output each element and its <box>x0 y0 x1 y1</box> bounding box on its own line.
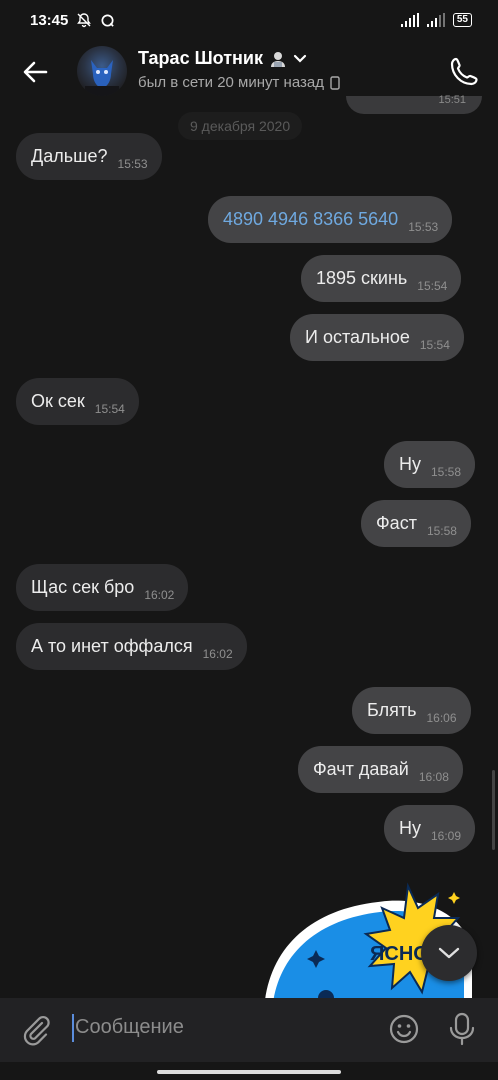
phone-call-icon[interactable] <box>449 55 481 87</box>
system-navigation-bar <box>0 1062 498 1080</box>
scrollbar[interactable] <box>492 770 495 850</box>
mobile-device-icon <box>330 75 340 90</box>
battery-icon: 55 <box>452 13 472 27</box>
message-text: 1895 скинь <box>316 268 408 288</box>
message-time: 15:54 <box>94 401 125 416</box>
signal-icon <box>426 13 445 27</box>
message-text: И остальное <box>305 327 410 347</box>
chevron-down-icon <box>438 947 460 959</box>
message-bubble-outgoing[interactable]: И остальное 15:54 <box>290 314 464 361</box>
presence-text: был в сети 20 минут назад <box>138 74 324 91</box>
text-cursor <box>72 1014 74 1042</box>
message-time: 15:58 <box>431 464 462 479</box>
message-text: Щас сек бро <box>31 577 135 597</box>
mute-icon <box>77 13 92 28</box>
message-bubble-outgoing[interactable]: Блять 16:06 <box>352 687 471 734</box>
message-time: 15:53 <box>117 156 148 171</box>
scroll-down-button[interactable] <box>421 925 477 981</box>
sync-icon <box>101 14 115 27</box>
message-text: Дальше? <box>31 146 108 166</box>
message-text: А то инет оффался <box>31 636 193 656</box>
previous-message-bubble: 15:51 <box>346 94 482 114</box>
message-time: 16:08 <box>418 769 449 784</box>
signal-icon <box>400 13 419 27</box>
message-composer: Сообщение <box>0 998 498 1062</box>
message-bubble-outgoing[interactable]: Ну 15:58 <box>384 441 476 488</box>
chevron-down-icon[interactable] <box>293 54 307 64</box>
message-time: 16:02 <box>144 587 175 602</box>
message-time: 15:58 <box>426 523 457 538</box>
paperclip-icon[interactable] <box>20 1014 52 1046</box>
back-arrow-icon[interactable] <box>20 57 50 87</box>
message-time: 15:54 <box>419 337 450 352</box>
contact-name: Тарас Шотник <box>138 48 263 68</box>
message-time: 15:51 <box>438 94 466 106</box>
presence-status: был в сети 20 минут назад <box>138 74 340 91</box>
message-input[interactable]: Сообщение <box>75 1016 184 1039</box>
message-time: 16:09 <box>431 828 462 843</box>
message-bubble-outgoing[interactable]: 4890 4946 8366 5640 15:53 <box>208 196 453 243</box>
message-text: Фаст <box>376 513 417 533</box>
microphone-icon[interactable] <box>448 1012 476 1046</box>
message-text: Ок сек <box>31 391 85 411</box>
message-bubble-outgoing[interactable]: Фаст 15:58 <box>361 500 471 547</box>
avatar-image <box>85 60 119 96</box>
contact-name-row[interactable]: Тарас Шотник <box>138 48 340 69</box>
person-emoji-icon <box>270 51 285 67</box>
message-text: Фачт давай <box>313 759 409 779</box>
message-text: Ну <box>399 818 421 838</box>
message-bubble-incoming[interactable]: Ок сек 15:54 <box>16 378 139 425</box>
message-bubble-incoming[interactable]: А то инет оффался 16:02 <box>16 623 247 670</box>
date-separator: 9 декабря 2020 <box>178 112 303 140</box>
message-text: Ну <box>399 454 421 474</box>
status-time: 13:45 <box>30 11 69 29</box>
emoji-smile-icon[interactable] <box>388 1013 420 1045</box>
card-number-link[interactable]: 4890 4946 8366 5640 <box>223 209 398 230</box>
message-time: 16:02 <box>202 646 233 661</box>
message-bubble-incoming[interactable]: Щас сек бро 16:02 <box>16 564 189 611</box>
chat-header: Тарас Шотник был в сети 20 минут назад <box>0 40 498 102</box>
message-bubble-outgoing[interactable]: 1895 скинь 15:54 <box>301 255 462 302</box>
status-bar: 13:45 55 <box>0 0 498 40</box>
message-text: Блять <box>367 700 417 720</box>
message-time: 16:06 <box>426 710 457 725</box>
sticker-text: ЯСНО <box>370 943 429 965</box>
message-bubble-outgoing[interactable]: Фачт давай 16:08 <box>298 746 463 793</box>
message-time: 15:53 <box>408 219 439 234</box>
avatar[interactable] <box>77 46 127 96</box>
message-time: 15:54 <box>417 278 448 293</box>
message-bubble-outgoing[interactable]: Ну 16:09 <box>384 805 476 852</box>
message-bubble-incoming[interactable]: Дальше? 15:53 <box>16 133 162 180</box>
home-indicator[interactable] <box>157 1070 341 1074</box>
